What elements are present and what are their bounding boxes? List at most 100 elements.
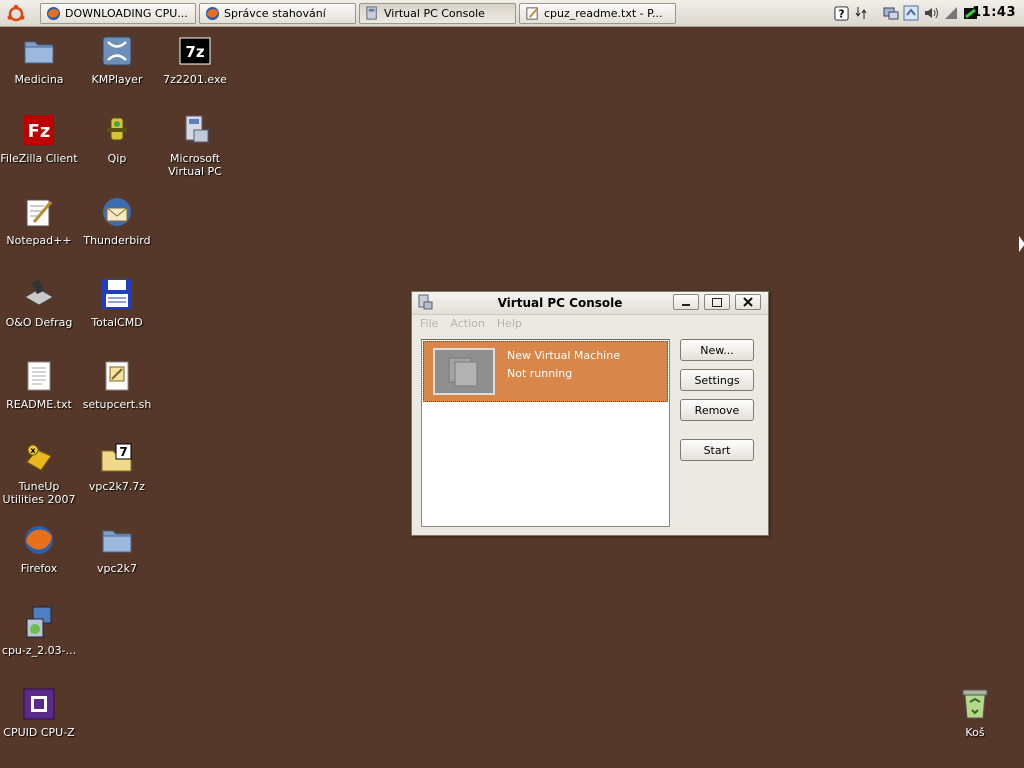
window-title: Virtual PC Console: [497, 296, 623, 310]
network-computer-icon[interactable]: [882, 4, 900, 22]
installer-icon: [21, 604, 57, 640]
update-icon[interactable]: [902, 4, 920, 22]
taskbar-item-downloading[interactable]: DOWNLOADING CPU...: [40, 3, 196, 24]
desktop-icon-kmplayer[interactable]: KMPlayer: [78, 33, 156, 86]
desktop-icon-label: Thunderbird: [83, 234, 151, 247]
menu-action[interactable]: Action: [450, 317, 484, 330]
clock[interactable]: 11:43: [972, 5, 1016, 20]
desktop-icon-readme[interactable]: README.txt: [0, 358, 78, 411]
desktop-icon-cpuz-installer[interactable]: cpu-z_2.03-...: [0, 604, 78, 657]
menu-bar: File Action Help: [420, 317, 522, 330]
svg-text:?: ?: [838, 8, 844, 20]
desktop-icon-notepadpp[interactable]: Notepad++: [0, 194, 78, 247]
vm-name: New Virtual Machine: [507, 349, 620, 362]
desktop-icon-label: vpc2k7.7z: [88, 480, 146, 493]
notepad-icon: [524, 6, 540, 22]
floppy-icon: [99, 276, 135, 312]
kmplayer-icon: [99, 33, 135, 69]
svg-text:Fz: Fz: [28, 121, 51, 142]
svg-text:7z: 7z: [185, 43, 204, 61]
desktop-icon-vpc2k7-folder[interactable]: vpc2k7: [78, 522, 156, 575]
desktop-icon-label: 7z2201.exe: [163, 73, 227, 86]
desktop-icon-label: FileZilla Client: [0, 152, 78, 165]
desktop-icon-thunderbird[interactable]: Thunderbird: [78, 194, 156, 247]
close-icon: [743, 297, 753, 307]
desktop-icon-label: Qip: [107, 152, 127, 165]
menu-file[interactable]: File: [420, 317, 438, 330]
svg-text:x: x: [30, 446, 36, 455]
maximize-button[interactable]: [704, 294, 730, 310]
virtual-pc-icon: [364, 6, 380, 22]
desktop-icon-cpuid-cpuz[interactable]: CPUID CPU-Z: [0, 686, 78, 739]
vm-list-item[interactable]: New Virtual Machine Not running: [423, 341, 668, 402]
desktop-icon-tuneup[interactable]: x TuneUp Utilities 2007: [0, 440, 78, 506]
thunderbird-icon: [99, 194, 135, 230]
network-arrows-icon[interactable]: [852, 4, 870, 22]
defrag-icon: [21, 276, 57, 312]
firefox-icon: [21, 522, 57, 558]
close-button[interactable]: [735, 294, 761, 310]
taskbar-item-label: DOWNLOADING CPU...: [65, 7, 188, 20]
window-titlebar[interactable]: Virtual PC Console: [412, 292, 768, 315]
settings-button[interactable]: Settings: [680, 369, 754, 391]
menu-help[interactable]: Help: [497, 317, 522, 330]
cpuz-icon: [21, 686, 57, 722]
desktop-icon-label: cpu-z_2.03-...: [1, 644, 77, 657]
remove-button[interactable]: Remove: [680, 399, 754, 421]
taskbar-item-label: Virtual PC Console: [384, 7, 485, 20]
desktop-icon-oo-defrag[interactable]: O&O Defrag: [0, 276, 78, 329]
desktop-icon-filezilla[interactable]: Fz FileZilla Client: [0, 112, 78, 165]
wifi-icon[interactable]: [942, 4, 960, 22]
desktop-icon-label: setupcert.sh: [82, 398, 152, 411]
script-icon: [99, 358, 135, 394]
desktop-icon-label: Microsoft Virtual PC: [168, 152, 222, 178]
taskbar-item-notepad[interactable]: cpuz_readme.txt - P...: [519, 3, 676, 24]
taskbar-item-virtual-pc[interactable]: Virtual PC Console: [359, 3, 516, 24]
sevenzip-icon: 7z: [177, 33, 213, 69]
desktop-icon-recycle-bin[interactable]: Koš: [936, 686, 1014, 739]
top-panel: DOWNLOADING CPU... Správce stahování Vir…: [0, 0, 1024, 27]
mouse-cursor-icon: [1019, 236, 1024, 252]
desktop-icon-label: vpc2k7: [97, 562, 137, 575]
ubuntu-menu-icon[interactable]: [5, 3, 26, 24]
text-file-icon: [21, 358, 57, 394]
desktop-icon-label: Medicina: [14, 73, 64, 86]
archive-folder-icon: 7: [99, 440, 135, 476]
minimize-button[interactable]: [673, 294, 699, 310]
vm-list[interactable]: New Virtual Machine Not running: [421, 339, 670, 527]
desktop-icon-vpc2k7-archive[interactable]: 7 vpc2k7.7z: [78, 440, 156, 493]
desktop-icon-label: README.txt: [6, 398, 72, 411]
notepad-icon: [21, 194, 57, 230]
svg-text:7: 7: [119, 445, 127, 459]
desktop-icon-label: Firefox: [20, 562, 58, 575]
new-button[interactable]: New...: [680, 339, 754, 361]
system-tray: ?: [832, 4, 982, 22]
desktop-icon-qip[interactable]: Qip: [78, 112, 156, 165]
desktop-icon-label: TotalCMD: [91, 316, 143, 329]
desktop-icon-label: CPUID CPU-Z: [3, 726, 75, 739]
taskbar-item-download-manager[interactable]: Správce stahování: [199, 3, 356, 24]
vm-status: Not running: [507, 367, 573, 380]
qip-icon: [99, 112, 135, 148]
desktop-icon-medicina[interactable]: Medicina: [0, 33, 78, 86]
tuneup-icon: x: [21, 440, 57, 476]
vm-thumbnail: [433, 348, 495, 395]
firefox-icon: [204, 6, 220, 22]
help-icon[interactable]: ?: [832, 4, 850, 22]
maximize-icon: [712, 297, 722, 307]
desktop-icon-label: KMPlayer: [91, 73, 143, 86]
desktop-icon-virtual-pc[interactable]: Microsoft Virtual PC: [156, 112, 234, 178]
virtual-pc-icon: [177, 112, 213, 148]
desktop-icon-setupcert[interactable]: setupcert.sh: [78, 358, 156, 411]
virtual-pc-console-window: Virtual PC Console File Action Help New …: [411, 291, 769, 536]
desktop-icon-7z2201[interactable]: 7z 7z2201.exe: [156, 33, 234, 86]
start-button[interactable]: Start: [680, 439, 754, 461]
desktop-screen: DOWNLOADING CPU... Správce stahování Vir…: [0, 0, 1024, 768]
filezilla-icon: Fz: [21, 112, 57, 148]
minimize-icon: [682, 304, 690, 306]
desktop-icon-totalcmd[interactable]: TotalCMD: [78, 276, 156, 329]
recycle-bin-icon: [957, 686, 993, 722]
folder-icon: [99, 522, 135, 558]
volume-icon[interactable]: [922, 4, 940, 22]
desktop-icon-firefox[interactable]: Firefox: [0, 522, 78, 575]
